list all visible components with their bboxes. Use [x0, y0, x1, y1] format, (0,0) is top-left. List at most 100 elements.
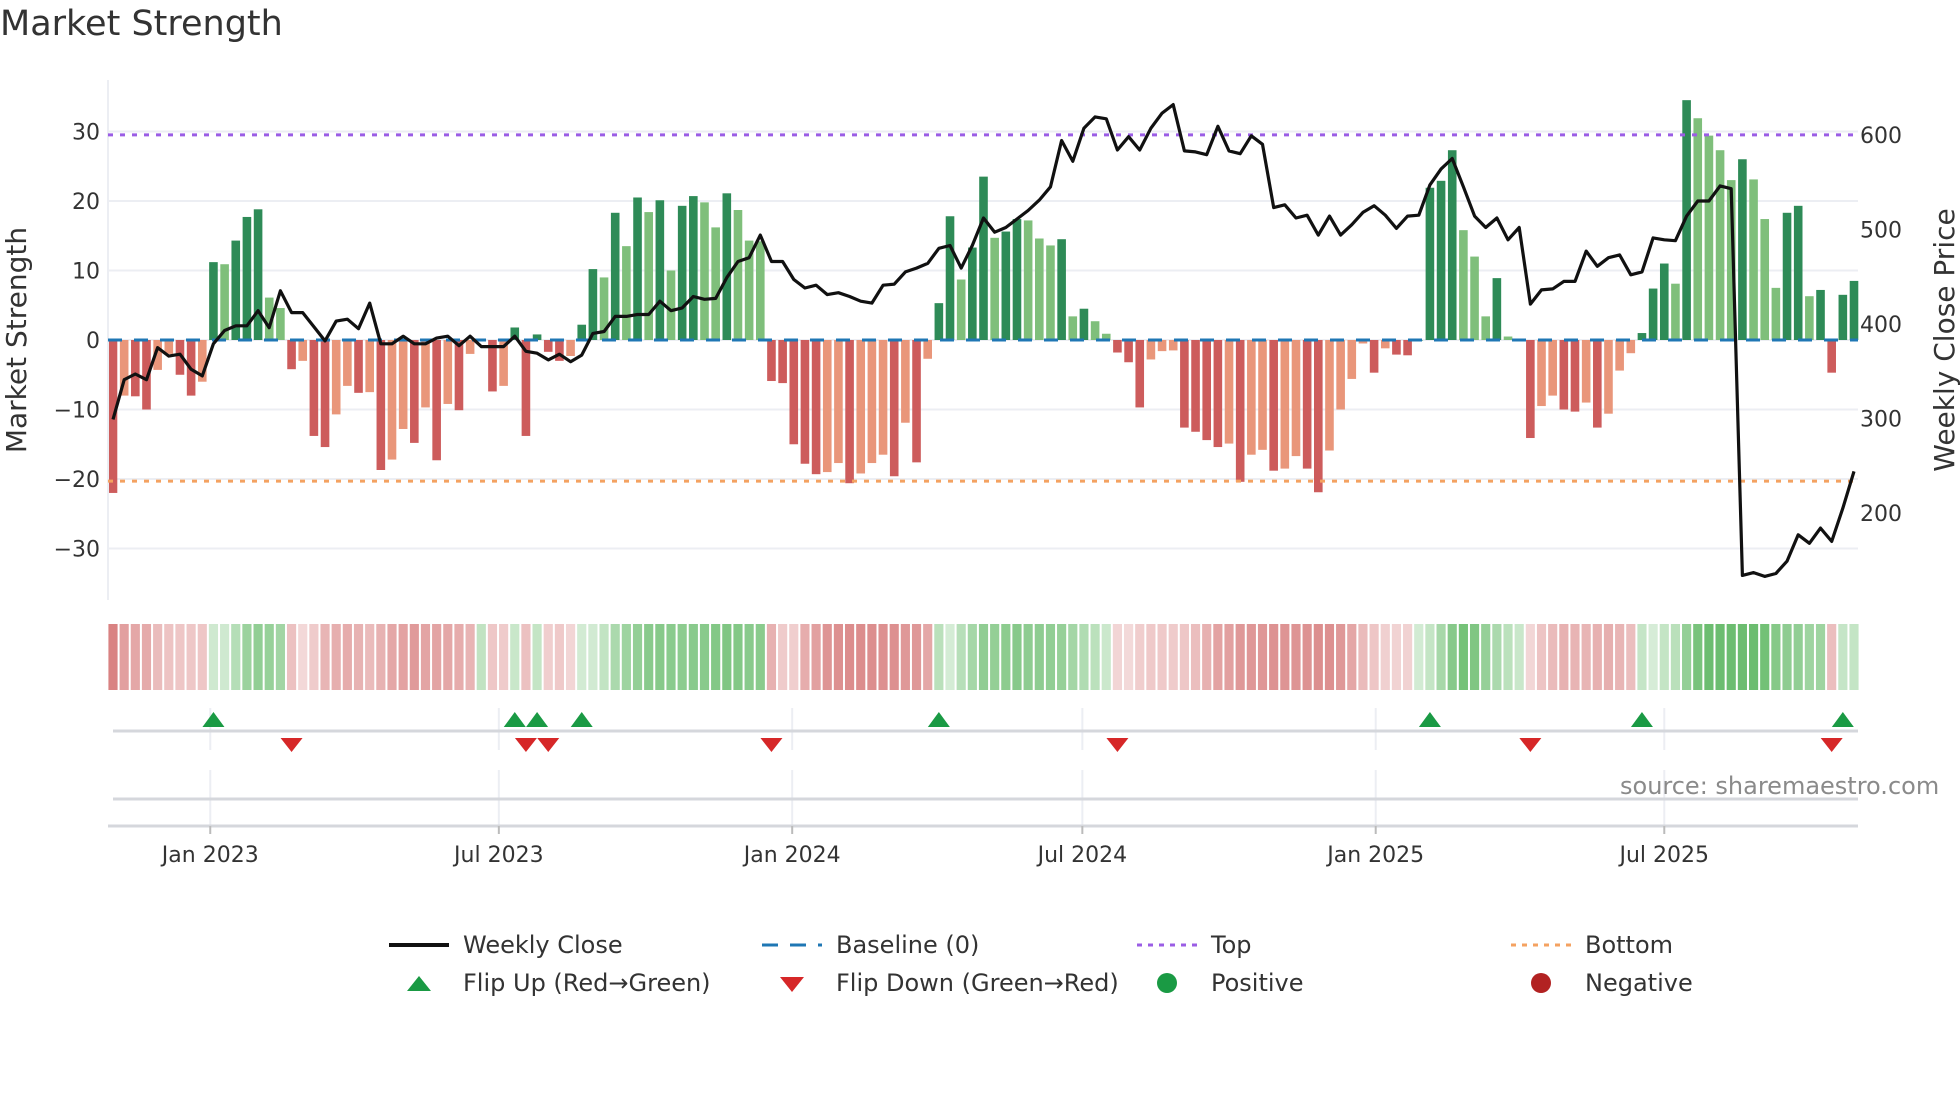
- strip-cell: [733, 624, 743, 690]
- strip-cell: [409, 624, 419, 690]
- strength-bar: [131, 340, 140, 397]
- strip-cell: [1001, 624, 1011, 690]
- strip-cell: [655, 624, 665, 690]
- flip-down-marker: [514, 738, 537, 752]
- strip-cell: [130, 624, 140, 690]
- strip-cell: [331, 624, 341, 690]
- strip-cell: [554, 624, 564, 690]
- strength-bar: [287, 340, 296, 370]
- strip-cell: [1670, 624, 1681, 690]
- strip-cell: [1782, 624, 1792, 690]
- x-tick-label: Jan 2025: [1325, 843, 1424, 868]
- strip-cell: [1626, 624, 1636, 690]
- strength-bar: [1459, 230, 1468, 340]
- strip-cell: [599, 624, 609, 690]
- strength-bar: [1124, 340, 1133, 363]
- strip-cell: [945, 624, 955, 690]
- strip-cell: [923, 624, 933, 690]
- flip-up-marker: [503, 712, 526, 727]
- legend-flip-up[interactable]: Flip Up (Red→Green): [389, 968, 711, 998]
- strength-bar: [387, 340, 397, 460]
- strip-cell: [1168, 624, 1178, 690]
- strip-cell: [1157, 624, 1167, 690]
- legend-weekly-close[interactable]: Weekly Close: [389, 930, 623, 960]
- strip-cell: [1079, 624, 1089, 690]
- dotted-line-swatch-icon: [1137, 943, 1197, 947]
- legend-label: Flip Down (Green→Red): [836, 969, 1119, 997]
- strip-cell: [1280, 624, 1290, 690]
- y-tick-label: 10: [72, 259, 100, 284]
- strength-bar: [465, 340, 475, 354]
- y-axis-label: Market Strength: [0, 227, 33, 453]
- strip-cell: [822, 624, 832, 690]
- legend-flip-down[interactable]: Flip Down (Green→Red): [762, 968, 1119, 998]
- strip-cell: [1514, 624, 1524, 690]
- strength-bar: [454, 340, 464, 411]
- strength-bar: [1447, 150, 1457, 340]
- strip-cell: [677, 624, 687, 690]
- strength-bar: [1001, 231, 1011, 340]
- y2-tick-label: 400: [1860, 313, 1902, 338]
- strength-bar: [1481, 316, 1491, 340]
- flip-down-marker: [537, 738, 560, 752]
- strength-bar: [1559, 340, 1569, 410]
- strength-bar: [1079, 308, 1089, 340]
- strength-bar: [1113, 340, 1122, 353]
- strength-bar: [209, 262, 218, 340]
- legend-top[interactable]: Top: [1137, 930, 1252, 960]
- dot-positive-icon: [1157, 973, 1177, 993]
- strip-cell: [275, 624, 285, 690]
- strength-bar: [320, 340, 330, 448]
- y-tick-label: −30: [54, 538, 100, 563]
- strength-bar: [1247, 340, 1256, 455]
- strip-cell: [1257, 624, 1268, 690]
- legend-bottom[interactable]: Bottom: [1511, 930, 1673, 960]
- strength-bar: [1369, 340, 1379, 373]
- strength-bar: [1090, 321, 1100, 340]
- strength-bar: [834, 340, 843, 464]
- strength-bar: [990, 237, 999, 340]
- strip-cell: [610, 624, 620, 690]
- strength-bar: [432, 340, 441, 461]
- strip-cell: [376, 624, 386, 690]
- strip-cell: [1458, 624, 1468, 690]
- strength-bar: [1157, 340, 1167, 352]
- strip-cell: [387, 624, 397, 690]
- strength-bar: [1849, 280, 1859, 340]
- strip-cell: [755, 624, 765, 690]
- legend-positive[interactable]: Positive: [1137, 968, 1304, 998]
- strip-cell: [1771, 624, 1781, 690]
- strip-cell: [588, 624, 598, 690]
- strip-cell: [1760, 624, 1770, 690]
- legend-negative[interactable]: Negative: [1511, 968, 1693, 998]
- strip-cell: [487, 624, 498, 690]
- strip-cell: [1135, 624, 1145, 690]
- flip-up-marker: [202, 712, 225, 727]
- strength-bar: [1470, 256, 1479, 340]
- strength-bar: [1392, 340, 1401, 355]
- strength-bar: [1302, 340, 1312, 469]
- y-tick-label: −20: [54, 468, 100, 493]
- flip-down-marker: [1519, 738, 1542, 752]
- strength-bar: [755, 241, 765, 340]
- strip-cell: [1246, 624, 1256, 690]
- flip-up-marker: [1418, 712, 1441, 727]
- strip-cell: [934, 624, 944, 690]
- legend-label: Positive: [1211, 969, 1304, 997]
- strip-cell: [1748, 624, 1759, 690]
- strip-cell: [1425, 624, 1435, 690]
- legend-baseline[interactable]: Baseline (0): [762, 930, 979, 960]
- strength-bar: [1191, 340, 1200, 432]
- strip-cell: [1648, 624, 1658, 690]
- strip-cell: [811, 624, 821, 690]
- strip-cell: [1693, 624, 1703, 690]
- strength-bar: [923, 340, 932, 359]
- strength-bar: [934, 303, 944, 340]
- strength-bar: [331, 340, 341, 415]
- strip-cell: [800, 624, 810, 690]
- strip-cell: [1146, 624, 1156, 690]
- legend-label: Negative: [1585, 969, 1693, 997]
- strip-cell: [1704, 624, 1714, 690]
- strip-cell: [1715, 624, 1725, 690]
- strip-cell: [1414, 624, 1424, 690]
